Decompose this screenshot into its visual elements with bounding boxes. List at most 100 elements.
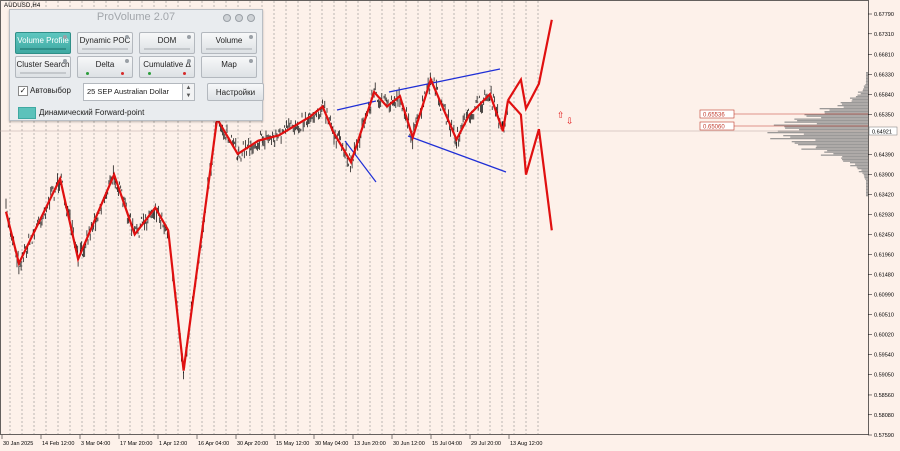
button-indicator <box>20 72 66 74</box>
time-label: 30 Jun 12:00 <box>393 441 425 447</box>
profile-bar <box>824 151 868 153</box>
button-label: Delta <box>95 60 115 69</box>
settings-icon[interactable] <box>235 14 243 22</box>
forward-point-swatch[interactable] <box>18 107 36 119</box>
profile-bar <box>791 141 868 143</box>
profile-bar <box>857 94 868 96</box>
profile-bar <box>866 72 868 74</box>
price-label: 0.65840 <box>874 92 894 98</box>
price-label: 0.62930 <box>874 213 894 219</box>
time-label: 14 Feb 12:00 <box>42 441 74 447</box>
forecast-line <box>507 99 553 231</box>
price-label: 0.58080 <box>874 413 894 419</box>
profile-bar <box>833 153 868 155</box>
map-button[interactable]: Map <box>201 56 257 78</box>
time-label: 30 Apr 20:00 <box>237 441 268 447</box>
gear-icon[interactable] <box>249 35 253 39</box>
cluster-search-button[interactable]: Cluster Search <box>15 56 71 78</box>
provolume-panel[interactable]: ProVolume 2.07 Volume Profile Dynamic PO… <box>9 9 264 121</box>
price-label: 0.60510 <box>874 312 894 318</box>
cumulative-delta-button[interactable]: Cumulative Δ <box>139 56 195 78</box>
profile-bar <box>850 165 868 167</box>
profile-bar <box>794 142 868 144</box>
button-indicator <box>82 48 128 50</box>
gear-icon[interactable] <box>187 59 191 63</box>
close-icon[interactable] <box>247 14 255 22</box>
forward-point-toggle[interactable]: Динамический Forward-point <box>18 107 144 119</box>
profile-bar <box>866 180 868 182</box>
profile-bar <box>864 87 868 89</box>
channel-line-4 <box>407 135 507 173</box>
profile-bar <box>866 75 868 77</box>
gear-icon[interactable] <box>187 35 191 39</box>
profile-bar <box>843 106 868 108</box>
instrument-value: 25 SEP Australian Dollar <box>87 87 169 96</box>
profile-bar <box>784 121 868 123</box>
instrument-select[interactable]: 25 SEP Australian Dollar ▲ ▼ <box>83 83 195 101</box>
profile-bar <box>866 187 868 189</box>
negative-dot <box>183 72 186 75</box>
delta-button[interactable]: Delta <box>77 56 133 78</box>
profile-bar <box>863 174 868 176</box>
profile-bar <box>841 103 868 105</box>
profile-bar <box>843 160 868 162</box>
profile-bar <box>866 189 868 191</box>
gear-icon[interactable] <box>125 59 129 63</box>
check-icon[interactable]: ✓ <box>18 86 28 96</box>
profile-bar <box>829 109 868 111</box>
gear-icon[interactable] <box>125 35 129 39</box>
price-label: 0.65350 <box>874 113 894 119</box>
gear-icon[interactable] <box>63 35 67 39</box>
profile-bar <box>840 102 868 104</box>
profile-bar <box>816 145 868 147</box>
profile-bar <box>767 132 868 134</box>
profile-bar <box>852 99 868 101</box>
time-label: 16 Apr 04:00 <box>198 441 229 447</box>
profile-bar <box>856 166 868 168</box>
price-label: 0.64390 <box>874 152 894 158</box>
profile-bar <box>855 96 868 98</box>
auto-select-checkbox[interactable]: ✓ Автовыбор <box>18 86 71 96</box>
profile-bar <box>862 172 868 174</box>
minimize-icon[interactable] <box>223 14 231 22</box>
spinner-icon[interactable]: ▲ ▼ <box>182 84 194 100</box>
price-label: 0.59050 <box>874 373 894 379</box>
time-label: 13 Jun 20:00 <box>354 441 386 447</box>
profile-bar <box>866 73 868 75</box>
price-label: 0.60020 <box>874 333 894 339</box>
volume-profile-button[interactable]: Volume Profile <box>15 32 71 54</box>
level-label-lower: 0.65060 <box>703 125 725 131</box>
profile-bar <box>821 117 868 119</box>
settings-button[interactable]: Настройки <box>207 83 264 101</box>
profile-bar <box>773 124 868 126</box>
price-label: 0.61960 <box>874 253 894 259</box>
price-label: 0.61480 <box>874 272 894 278</box>
gear-icon[interactable] <box>249 59 253 63</box>
level-label-upper: 0.65536 <box>703 113 725 119</box>
price-label: 0.60990 <box>874 293 894 299</box>
profile-bar <box>865 84 868 86</box>
profile-bar <box>801 148 868 150</box>
dom-button[interactable]: DOM <box>139 32 195 54</box>
time-label: 15 May 12:00 <box>276 441 309 447</box>
profile-bar <box>790 136 868 138</box>
price-label: 0.62450 <box>874 232 894 238</box>
price-label: 0.66810 <box>874 52 894 58</box>
profile-bar <box>820 154 868 156</box>
button-label: DOM <box>157 36 177 45</box>
profile-bar <box>841 157 868 159</box>
gear-icon[interactable] <box>63 59 67 63</box>
profile-bar <box>819 108 868 110</box>
forecast-line <box>507 19 553 112</box>
down-arrow-icon: ⇩ <box>566 117 574 127</box>
profile-bar <box>866 193 868 195</box>
profile-bar <box>824 111 868 113</box>
volume-button[interactable]: Volume <box>201 32 257 54</box>
current-price-label: 0.64921 <box>872 130 892 136</box>
time-label: 3 Mar 04:00 <box>81 441 110 447</box>
profile-bar <box>864 177 868 179</box>
chart-window[interactable]: ⇧ ⇩ 0.65536 0.65060 0.67790 0.67310 0.6681… <box>0 0 900 451</box>
profile-bar <box>860 93 868 95</box>
dynamic-poc-button[interactable]: Dynamic POC <box>77 32 133 54</box>
time-label: 30 May 04:00 <box>315 441 348 447</box>
